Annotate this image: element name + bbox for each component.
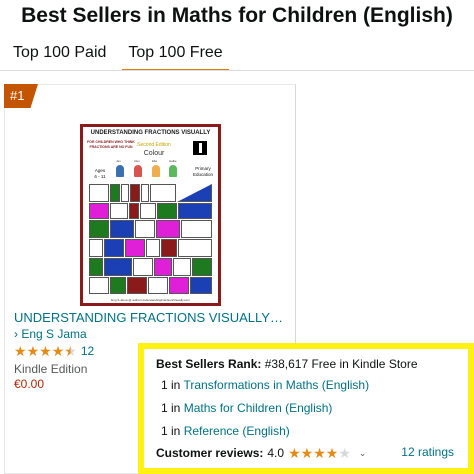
category-rank: 1 in Transformations in Maths (English)	[161, 378, 370, 392]
product-details-highlight: Best Sellers Rank: #38,617 Free in Kindl…	[138, 343, 474, 474]
page-title: Best Sellers in Maths for Children (Engl…	[21, 4, 453, 27]
star-half-icon: ★	[64, 343, 77, 359]
star-icon: ★	[313, 445, 326, 461]
best-sellers-rank: Best Sellers Rank: #38,617 Free in Kindl…	[156, 357, 418, 371]
tab-top-100-paid[interactable]: Top 100 Paid	[13, 44, 106, 71]
rating-count-link[interactable]: 12	[81, 344, 94, 358]
kid-label: Hallie	[169, 159, 177, 163]
cover-tagline: FOR CHILDREN WHO THINK FRACTIONS ARE NO …	[87, 140, 135, 149]
star-icon: ★	[14, 343, 27, 359]
kid-label: Alex	[134, 159, 140, 163]
child-illustration	[169, 165, 177, 177]
product-rating[interactable]: ★ ★ ★ ★ ★ 12	[14, 343, 94, 359]
customer-reviews: Customer reviews: 4.0 ★ ★ ★ ★ ★ ⌄	[156, 445, 366, 461]
star-icon: ★	[39, 343, 52, 359]
category-rank: 1 in Maths for Children (English)	[161, 401, 333, 415]
kid-label: Ella	[152, 159, 158, 163]
author-link[interactable]: › Eng S Jama	[14, 327, 87, 341]
category-rank: 1 in Reference (English)	[161, 424, 290, 438]
cover-ages: Ages 6 - 11	[94, 168, 106, 179]
tab-divider	[0, 70, 474, 71]
star-icon: ★	[26, 343, 40, 359]
chevron-down-icon[interactable]: ⌄	[359, 448, 367, 459]
cover-edition: Second Edition	[137, 142, 171, 148]
star-icon: ★	[51, 343, 65, 359]
reviews-average: 4.0	[267, 446, 285, 460]
qr-code-icon	[193, 141, 207, 155]
product-price: €0.00	[14, 377, 45, 391]
cover-footer: Eng S Jama @ author.UnderstandingFractio…	[111, 298, 190, 302]
kid-label: Jan	[116, 159, 121, 163]
tab-bar: Top 100 Paid Top 100 Free	[13, 44, 229, 71]
product-title-link[interactable]: UNDERSTANDING FRACTIONS VISUALLY…	[14, 310, 283, 325]
category-link-maths-for-children[interactable]: Maths for Children (English)	[184, 401, 333, 415]
tab-top-100-free[interactable]: Top 100 Free	[122, 44, 229, 71]
bsr-value: #38,617 Free in Kindle Store	[264, 357, 418, 371]
product-format: Kindle Edition	[14, 362, 88, 376]
child-illustration	[134, 165, 142, 177]
star-icon: ★	[300, 445, 314, 461]
star-rating: ★ ★ ★ ★ ★	[14, 343, 77, 359]
category-link-transformations[interactable]: Transformations in Maths (English)	[183, 378, 369, 392]
cover-colour: Colour	[143, 150, 165, 157]
child-illustration	[152, 165, 160, 177]
cover-primary: Primary Education	[192, 166, 213, 177]
child-illustration	[116, 165, 124, 177]
reviews-star-rating[interactable]: ★ ★ ★ ★ ★	[288, 445, 351, 461]
star-empty-icon: ★	[338, 445, 351, 461]
book-cover-image[interactable]: UNDERSTANDING FRACTIONS VISUALLY FOR CHI…	[80, 124, 221, 306]
cover-title: UNDERSTANDING FRACTIONS VISUALLY	[90, 130, 211, 136]
fraction-grid-illustration	[89, 184, 212, 294]
reviews-label: Customer reviews:	[156, 446, 264, 460]
category-link-reference[interactable]: Reference (English)	[184, 424, 290, 438]
ratings-count-link[interactable]: 12 ratings	[401, 445, 454, 459]
bsr-label: Best Sellers Rank:	[156, 357, 262, 371]
star-icon: ★	[288, 445, 301, 461]
star-icon: ★	[325, 445, 339, 461]
